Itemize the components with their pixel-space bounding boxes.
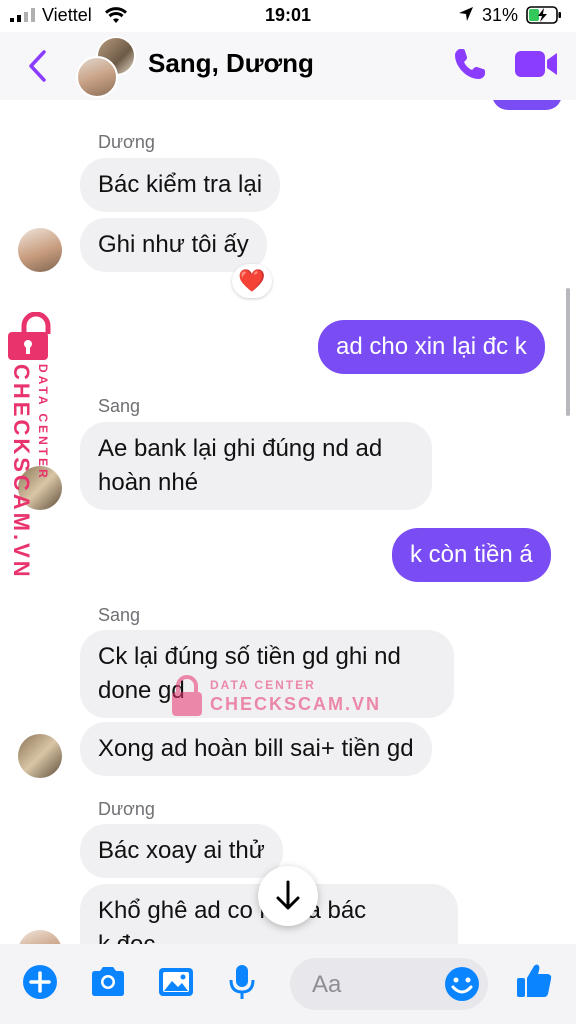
message-bubble-outgoing[interactable]: k còn tiền á xyxy=(392,528,551,582)
chevron-left-icon[interactable] xyxy=(26,49,48,83)
message-bubble-incoming[interactable]: Ae bank lại ghi đúng nd ad hoàn nhé xyxy=(80,422,432,510)
message-bubble-incoming[interactable]: Ghi như tôi ấy xyxy=(80,218,267,272)
sender-name: Sang xyxy=(98,396,141,416)
padlock-icon xyxy=(172,675,202,716)
status-bar: Viettel 19:01 31% xyxy=(0,0,576,32)
avatar[interactable] xyxy=(18,734,62,778)
thumbs-up-icon[interactable] xyxy=(514,960,554,1000)
composer-bar: Aa xyxy=(0,944,576,1024)
watermark-brand: CHECKSCAM.VN xyxy=(210,694,382,714)
battery-charging-icon xyxy=(526,6,561,24)
message-text: Xong ad hoàn bill sai+ tiền gd xyxy=(98,735,414,762)
message-text: k đọc xyxy=(98,928,440,944)
sender-name: Dương xyxy=(98,132,155,152)
scroll-to-bottom-button[interactable] xyxy=(258,866,318,926)
microphone-icon[interactable] xyxy=(222,962,262,1002)
message-input-placeholder: Aa xyxy=(312,971,342,998)
avatar[interactable] xyxy=(18,930,62,944)
watermark-side: CHECKSCAM.VN DATA CENTER xyxy=(4,312,60,580)
message-bubble-outgoing[interactable]: ad cho xin lại đc k xyxy=(318,320,545,374)
plus-icon[interactable] xyxy=(20,962,60,1002)
avatar xyxy=(76,56,118,98)
message-bubble-incoming[interactable]: Bác xoay ai thử xyxy=(80,824,283,878)
message-text: Bác xoay ai thử xyxy=(98,837,265,864)
sender-name: Sang xyxy=(98,605,141,625)
sender-name: Dương xyxy=(98,799,155,819)
watermark-brand: CHECKSCAM.VN xyxy=(9,364,34,580)
message-text: Bác kiểm tra lại xyxy=(98,171,263,198)
message-text: ad cho xin lại đc k xyxy=(336,333,527,360)
message-text: hoàn nhé xyxy=(98,469,199,496)
padlock-icon xyxy=(8,312,51,360)
heart-reaction-icon[interactable]: ❤️ xyxy=(232,264,272,298)
battery-percent: 31% xyxy=(481,5,518,25)
image-icon[interactable] xyxy=(156,962,196,1002)
video-camera-icon[interactable] xyxy=(514,49,558,79)
emoji-icon[interactable] xyxy=(442,964,482,1004)
location-arrow-icon xyxy=(459,7,473,21)
phone-icon[interactable] xyxy=(452,46,488,82)
conversation-title[interactable]: Sang, Dương xyxy=(148,48,314,79)
message-text: Ghi như tôi ấy xyxy=(98,231,249,258)
message-text: k còn tiền á xyxy=(410,541,533,568)
camera-icon[interactable] xyxy=(88,962,128,1002)
group-avatar[interactable] xyxy=(76,36,136,98)
avatar[interactable] xyxy=(18,228,62,272)
message-bubble-incoming[interactable]: Xong ad hoàn bill sai+ tiền gd xyxy=(80,722,432,776)
arrow-down-icon xyxy=(276,880,300,910)
message-bubble-outgoing[interactable] xyxy=(492,100,562,110)
conversation-header: Sang, Dương xyxy=(0,32,576,100)
message-list[interactable]: Dương Bác kiểm tra lại Ghi như tôi ấy ❤️… xyxy=(0,100,576,944)
message-text: Ck lại đúng số tiền gd ghi nd xyxy=(98,643,401,670)
watermark-center: DATA CENTER CHECKSCAM.VN xyxy=(170,674,379,718)
watermark-tag: DATA CENTER xyxy=(36,364,50,481)
watermark-tag: DATA CENTER xyxy=(210,678,316,692)
message-bubble-incoming[interactable]: Bác kiểm tra lại xyxy=(80,158,281,212)
scrollbar[interactable] xyxy=(566,288,570,416)
message-text: Ae bank lại ghi đúng nd ad xyxy=(98,435,383,462)
